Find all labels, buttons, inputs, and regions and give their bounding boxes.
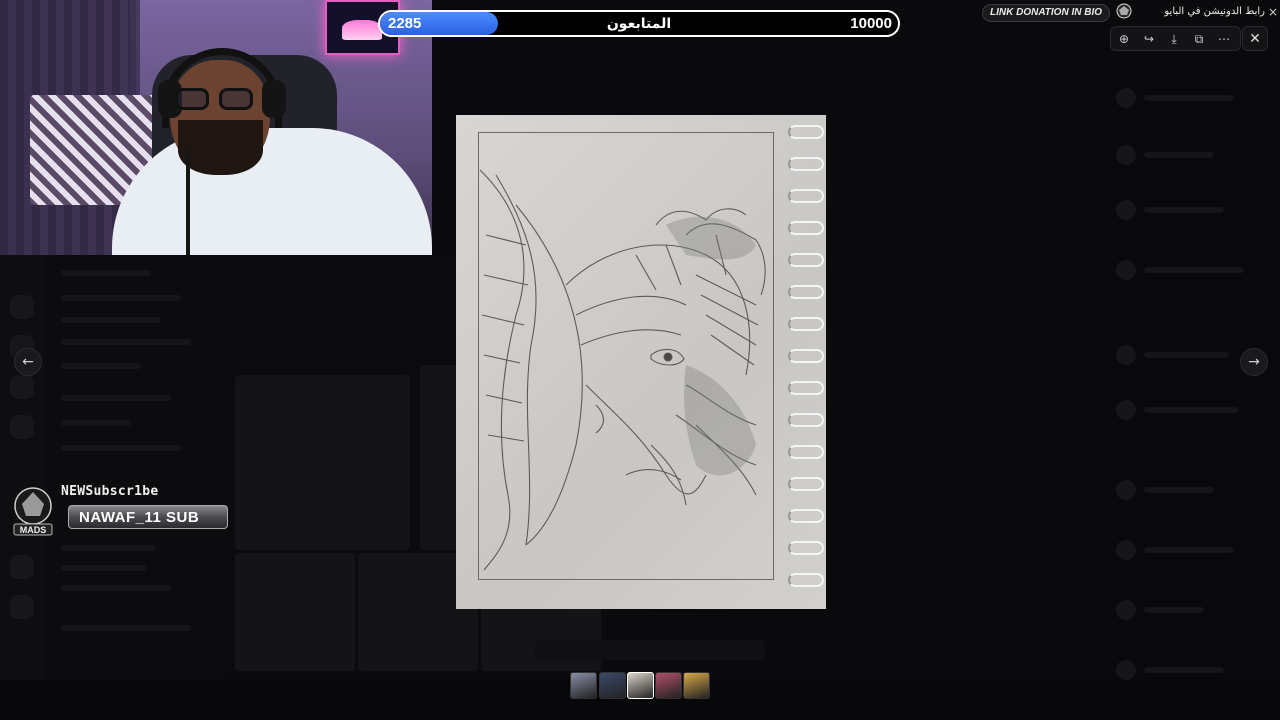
donation-text-english: LINK DONATION IN BIO [982,4,1110,22]
media-viewer-toolbar: ⊕ ↪ ⤓ ⧉ ⋯ [1110,26,1241,51]
close-icon[interactable]: × [1268,5,1278,19]
thumbnail[interactable] [599,672,626,699]
next-image-button[interactable]: → [1240,348,1268,376]
svg-text:MADS: MADS [20,525,47,535]
server-icon [10,375,34,399]
thumbnail-selected[interactable] [627,672,654,699]
image-thumbnail-strip [570,672,712,700]
follower-goal: 10000 [850,15,892,32]
status-pill [535,640,765,660]
donation-text-arabic: رابط الدونيشن في البايو [1164,6,1265,17]
server-icon [10,415,34,439]
sketchbook-drawing [456,115,826,609]
anime-sketch [479,169,766,571]
download-icon[interactable]: ⤓ [1162,27,1186,51]
webcam-feed [0,0,432,255]
close-viewer-button[interactable]: ✕ [1242,26,1268,51]
microphone-cable [186,150,190,255]
share-icon[interactable]: ↪ [1137,27,1161,51]
mads-logo [1116,3,1132,19]
new-subscriber-alert: MADS NEWSubscr1be NAWAF_11 SUB [8,482,233,542]
mads-logo: MADS [13,487,53,536]
subscriber-name: NAWAF_11 SUB [79,509,200,526]
thumbnail[interactable] [655,672,682,699]
zoom-in-icon[interactable]: ⊕ [1112,27,1136,51]
more-icon[interactable]: ⋯ [1212,27,1236,51]
server-icon [10,595,34,619]
server-icon [10,555,34,579]
follower-label: المتابعون [606,16,672,32]
new-subscriber-title: NEWSubscr1be [61,484,159,499]
thumbnail[interactable] [570,672,597,699]
thumbnail[interactable] [683,672,710,699]
member-list [1110,60,1280,720]
donation-banner: LINK DONATION IN BIO رابط الدونيشن في ال… [982,2,1280,24]
follower-goal-bar: 2285 المتابعون 10000 [378,10,900,37]
open-external-icon[interactable]: ⧉ [1187,27,1211,51]
image-attachment [235,553,355,671]
previous-image-button[interactable]: ← [14,348,42,376]
image-attachment [420,365,460,550]
image-attachment [235,375,410,550]
server-icon [10,295,34,319]
subscriber-name-plate: NAWAF_11 SUB [68,505,228,529]
glasses [175,88,255,110]
